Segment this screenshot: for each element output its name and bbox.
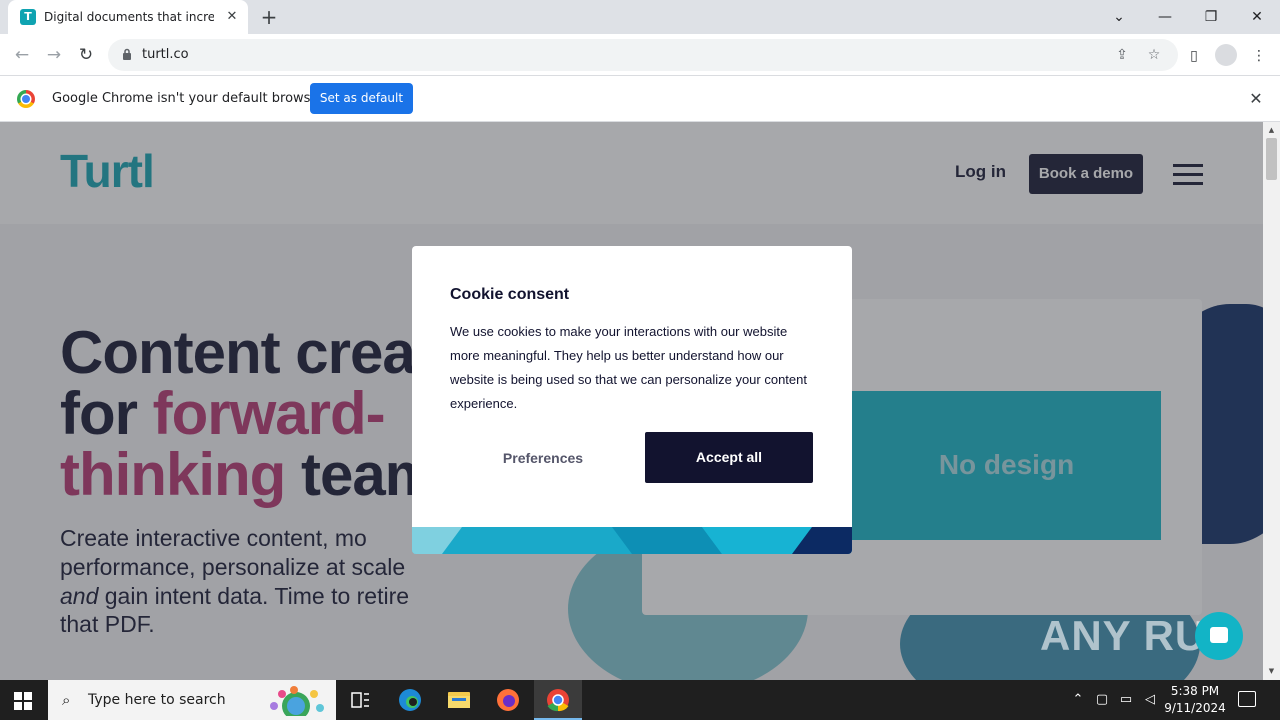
star-icon[interactable]: ☆ (1144, 45, 1164, 65)
search-highlight-globe-icon (270, 686, 324, 716)
firefox-icon[interactable] (484, 680, 532, 720)
scroll-thumb[interactable] (1266, 138, 1277, 180)
infobar-text: Google Chrome isn't your default browser (52, 91, 324, 106)
tab-favicon-icon: T (20, 9, 36, 25)
close-icon[interactable]: ✕ (1246, 89, 1266, 109)
reload-icon[interactable]: ↻ (74, 43, 98, 67)
taskbar-search-box[interactable]: ⌕ Type here to search (48, 680, 336, 720)
window-close-icon[interactable]: ✕ (1244, 4, 1270, 30)
kebab-menu-icon[interactable]: ⋮ (1248, 45, 1270, 67)
modal-decorative-band (412, 527, 852, 554)
task-view-icon[interactable] (336, 680, 384, 720)
share-icon[interactable]: ⇪ (1112, 45, 1132, 65)
notification-icon[interactable] (1238, 691, 1256, 707)
windows-taskbar: ⌕ Type here to search ⌃ ▢ ▭ ◁ 5:38 PM 9/… (0, 680, 1280, 720)
accept-all-button[interactable]: Accept all (645, 432, 813, 483)
tab-title: Digital documents that increase (44, 10, 214, 24)
browser-tab[interactable]: T Digital documents that increase ✕ (8, 0, 248, 34)
search-icon: ⌕ (62, 691, 71, 709)
default-browser-infobar: Google Chrome isn't your default browser… (0, 77, 1280, 122)
arrow-left-icon[interactable]: ← (10, 43, 34, 67)
chrome-logo-icon (17, 90, 35, 108)
side-panel-icon[interactable]: ▯ (1183, 45, 1205, 67)
volume-icon[interactable]: ◁ (1142, 692, 1158, 708)
restore-icon[interactable]: ❐ (1198, 4, 1224, 30)
url-text: turtl.co (142, 47, 189, 62)
chat-widget-icon[interactable] (1195, 612, 1243, 660)
chrome-taskbar-icon[interactable] (534, 680, 582, 720)
taskbar-clock[interactable]: 5:38 PM 9/11/2024 (1160, 683, 1230, 717)
set-default-button[interactable]: Set as default (310, 83, 413, 114)
network-icon[interactable]: ▭ (1118, 692, 1134, 708)
lock-icon (123, 48, 131, 60)
clock-time: 5:38 PM (1170, 684, 1220, 698)
chevron-up-icon[interactable]: ⌃ (1070, 692, 1086, 708)
file-explorer-icon[interactable] (435, 680, 483, 720)
chevron-down-icon[interactable]: ⌄ (1106, 4, 1132, 30)
preferences-button[interactable]: Preferences (482, 446, 604, 470)
minimize-icon[interactable]: — (1152, 4, 1178, 30)
browser-toolbar: ← → ↻ turtl.co ⇪ ☆ ▯ ⋮ (0, 34, 1280, 76)
address-bar[interactable]: turtl.co ⇪ ☆ (108, 39, 1178, 71)
page-scrollbar[interactable]: ▲ ▼ (1263, 122, 1280, 680)
scroll-up-icon[interactable]: ▲ (1267, 126, 1276, 135)
close-icon[interactable]: ✕ (224, 9, 240, 25)
cookie-modal-title: Cookie consent (450, 286, 570, 303)
plus-icon[interactable]: + (258, 6, 280, 28)
edge-icon[interactable] (386, 680, 434, 720)
arrow-right-icon[interactable]: → (42, 43, 66, 67)
scroll-down-icon[interactable]: ▼ (1267, 667, 1276, 676)
page-viewport: Turtl Log in Book a demo No design Conte… (0, 122, 1263, 680)
profile-icon[interactable] (1215, 44, 1237, 66)
cookie-modal-body: We use cookies to make your interactions… (450, 324, 807, 411)
device-icon[interactable]: ▢ (1094, 692, 1110, 708)
cookie-consent-modal: Cookie consent We use cookies to make yo… (412, 246, 852, 554)
taskbar-search-placeholder: Type here to search (88, 692, 226, 708)
tab-strip: T Digital documents that increase ✕ + ⌄ … (0, 0, 1280, 34)
clock-date: 9/11/2024 (1164, 701, 1226, 715)
windows-start-icon[interactable] (14, 692, 32, 710)
